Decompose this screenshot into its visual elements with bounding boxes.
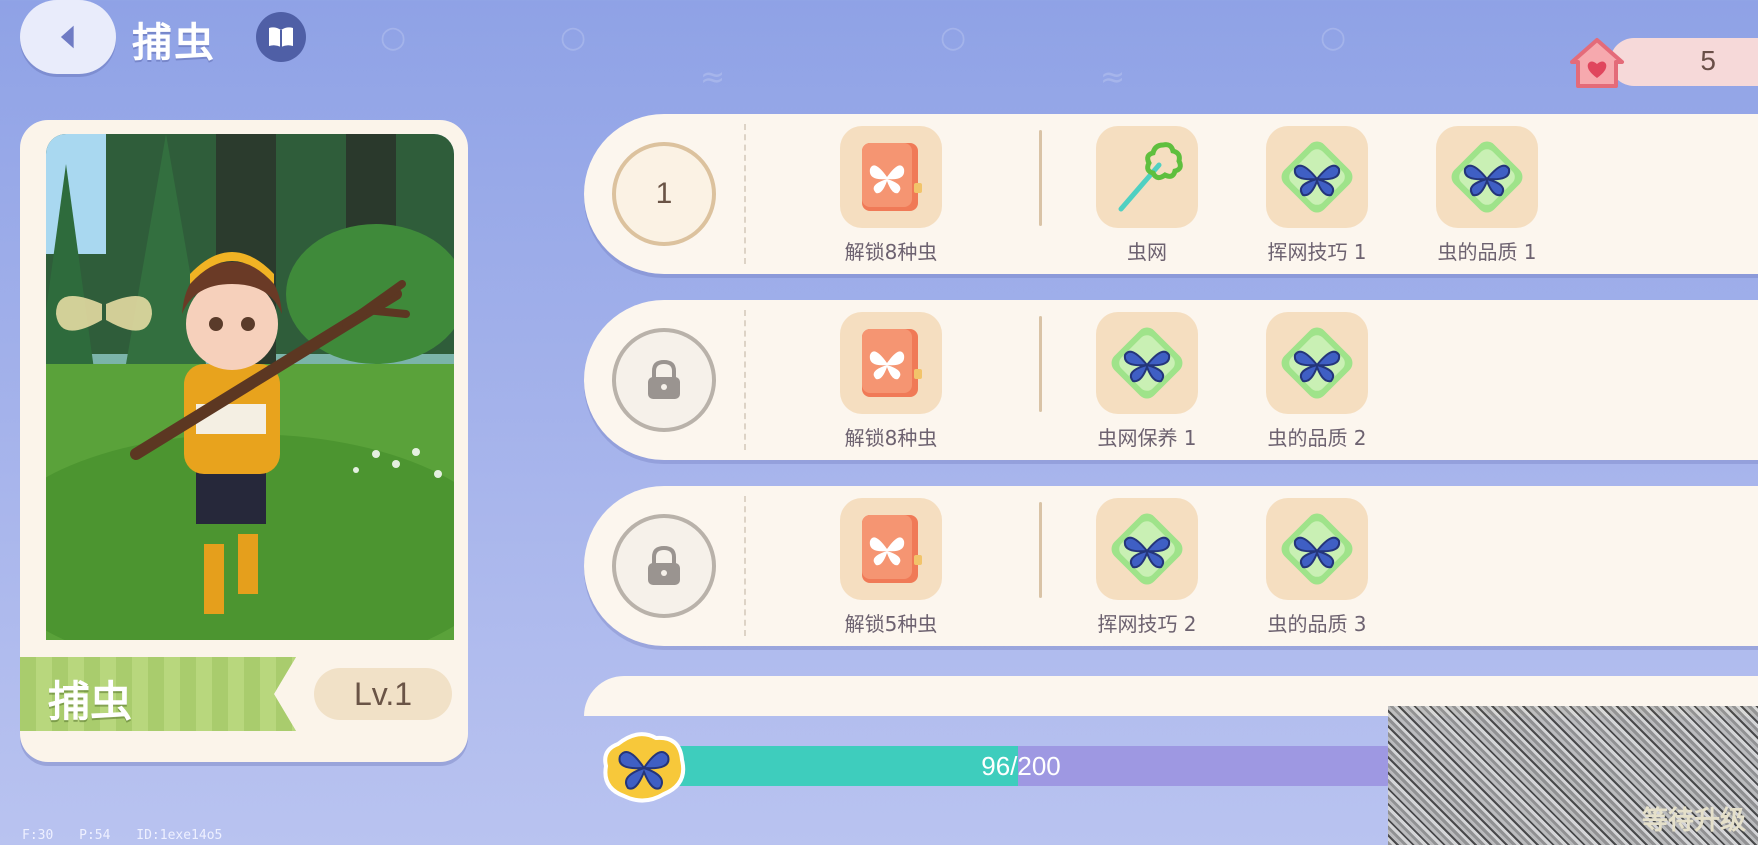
reward-separator bbox=[1039, 316, 1042, 412]
tier-row-1[interactable]: 1 解锁8种虫 虫网 挥网技巧 1 虫的品质 1 bbox=[584, 114, 1758, 274]
butterfly-gem-icon bbox=[1281, 513, 1353, 585]
bug-net-icon bbox=[1118, 142, 1183, 212]
butterfly-gem-icon bbox=[1451, 141, 1523, 213]
debug-info: F:30 P:54 ID:1exe14o5 bbox=[22, 828, 223, 843]
level-badge: Lv.1 bbox=[314, 668, 452, 720]
butterfly-book-icon bbox=[862, 515, 922, 583]
reward-item[interactable]: 挥网技巧 1 bbox=[1242, 126, 1392, 265]
reward-label: 虫的品质 3 bbox=[1267, 612, 1367, 636]
butterfly-gem-icon bbox=[1281, 141, 1353, 213]
butterfly-gem-icon bbox=[1111, 327, 1183, 399]
home-heart-icon bbox=[1570, 38, 1624, 88]
lock-icon bbox=[648, 545, 680, 585]
dashed-divider bbox=[744, 310, 746, 450]
upgrade-button-label: 等待升级 bbox=[1641, 806, 1746, 836]
tier-lock-badge bbox=[612, 514, 716, 618]
butterfly-book-icon bbox=[862, 143, 922, 211]
requirement-item[interactable]: 解锁8种虫 bbox=[816, 312, 966, 451]
tier-number-badge: 1 bbox=[612, 142, 716, 246]
page-title: 捕虫 bbox=[132, 20, 216, 66]
reward-separator bbox=[1039, 130, 1042, 226]
bg-circle-deco: ○ bbox=[1320, 20, 1347, 55]
bg-circle-deco: ○ bbox=[560, 20, 587, 55]
reward-label: 虫网保养 1 bbox=[1097, 426, 1197, 450]
dashed-divider bbox=[744, 124, 746, 264]
requirement-label: 解锁5种虫 bbox=[844, 612, 938, 636]
requirement-item[interactable]: 解锁8种虫 bbox=[816, 126, 966, 265]
tier-row-3[interactable]: 解锁5种虫 挥网技巧 2 虫的品质 3 bbox=[584, 486, 1758, 646]
bg-circle-deco: ○ bbox=[940, 20, 967, 55]
back-button[interactable] bbox=[20, 0, 116, 74]
reward-item[interactable]: 虫的品质 1 bbox=[1412, 126, 1562, 265]
xp-progress-text: 96/200 bbox=[981, 751, 1061, 781]
guide-book-button[interactable] bbox=[256, 12, 306, 62]
reward-label: 虫网 bbox=[1127, 240, 1167, 264]
reward-item[interactable]: 虫网保养 1 bbox=[1072, 312, 1222, 451]
skill-name: 捕虫 bbox=[48, 677, 133, 726]
book-icon bbox=[269, 27, 293, 47]
butterfly-gem-icon bbox=[1111, 513, 1183, 585]
arrow-left-icon bbox=[60, 25, 74, 49]
reward-label: 挥网技巧 1 bbox=[1267, 240, 1367, 264]
dashed-divider bbox=[744, 496, 746, 636]
requirement-label: 解锁8种虫 bbox=[844, 240, 938, 264]
reward-separator bbox=[1039, 502, 1042, 598]
reward-item[interactable]: 虫网 bbox=[1072, 126, 1222, 265]
lock-icon bbox=[648, 359, 680, 399]
bg-circle-deco: ○ bbox=[380, 20, 407, 55]
reward-label: 虫的品质 2 bbox=[1267, 426, 1367, 450]
butterfly-book-icon bbox=[862, 329, 922, 397]
butterfly-gem-icon bbox=[1281, 327, 1353, 399]
reward-item[interactable]: 虫的品质 3 bbox=[1242, 498, 1392, 637]
reward-item[interactable]: 挥网技巧 2 bbox=[1072, 498, 1222, 637]
tier-row-2[interactable]: 解锁8种虫 虫网保养 1 虫的品质 2 bbox=[584, 300, 1758, 460]
home-counter-bar bbox=[1610, 38, 1758, 86]
reward-label: 虫的品质 1 bbox=[1437, 240, 1537, 264]
butterfly-badge-icon bbox=[603, 732, 686, 803]
reward-item[interactable]: 虫的品质 2 bbox=[1242, 312, 1392, 451]
requirement-label: 解锁8种虫 bbox=[844, 426, 938, 450]
bg-wave-deco: ≈ bbox=[700, 60, 726, 95]
home-count: 5 bbox=[1700, 45, 1716, 76]
bg-wave-deco: ≈ bbox=[1100, 60, 1126, 95]
requirement-item[interactable]: 解锁5种虫 bbox=[816, 498, 966, 637]
character-scene bbox=[46, 134, 454, 640]
upgrade-button[interactable]: 等待升级 bbox=[1388, 706, 1758, 845]
reward-label: 挥网技巧 2 bbox=[1097, 612, 1197, 636]
tier-lock-badge bbox=[612, 328, 716, 432]
